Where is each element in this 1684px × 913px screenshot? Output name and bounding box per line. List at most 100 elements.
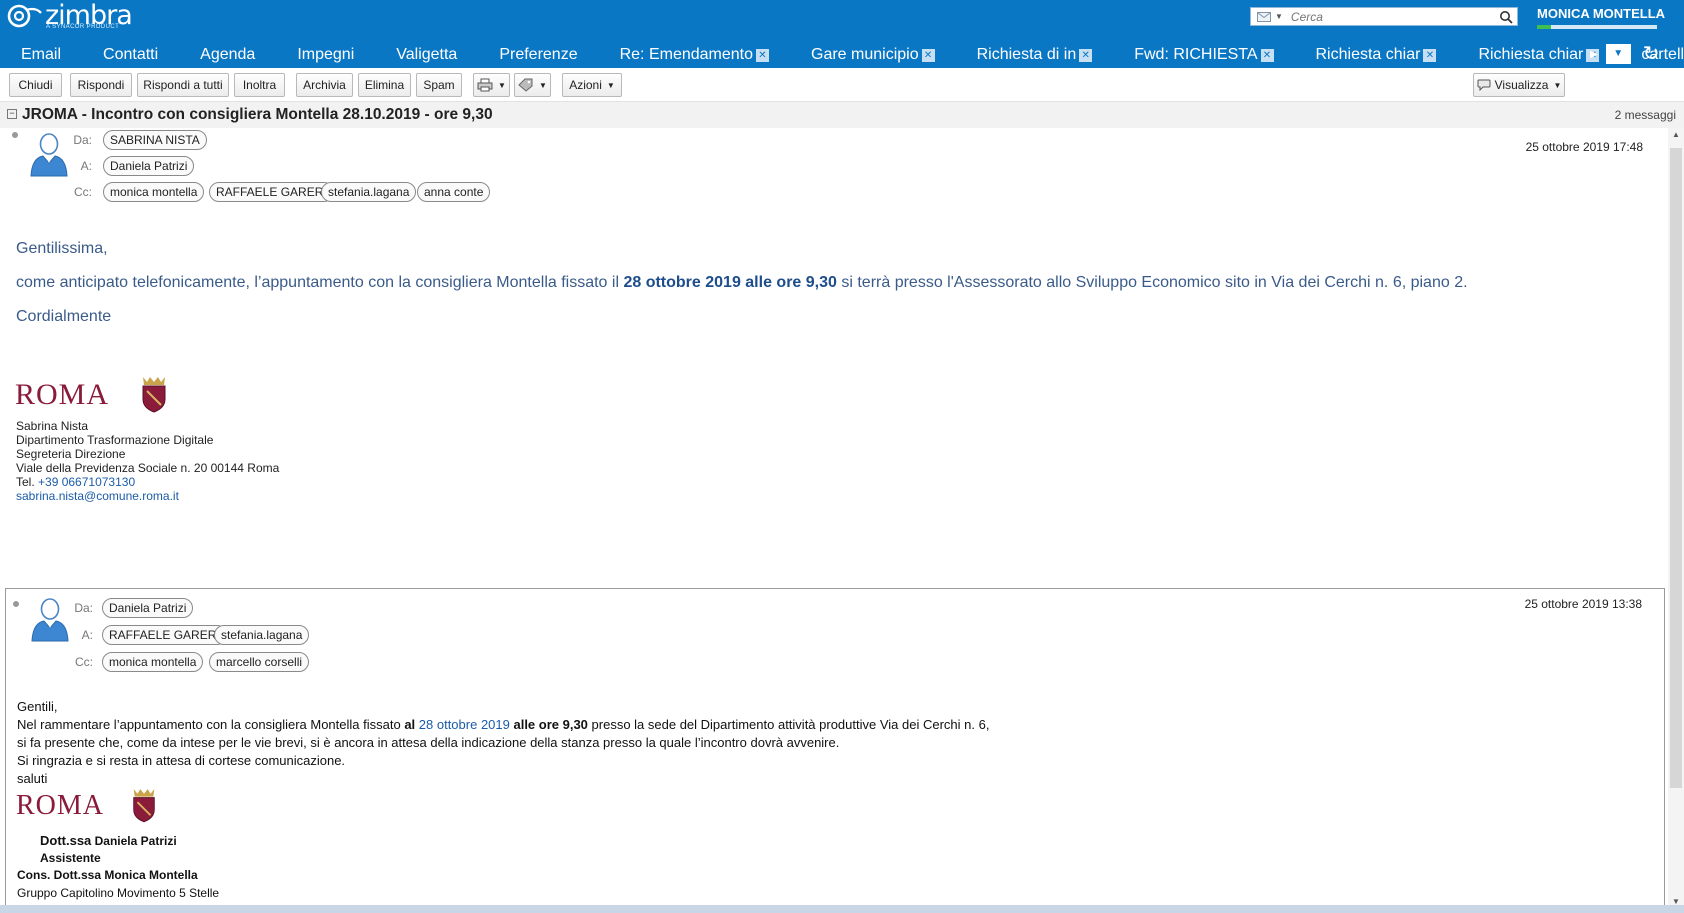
message-1: Da: A: Cc: SABRINA NISTA Daniela Patrizi…	[5, 128, 1665, 588]
tab-label: Richiesta di in	[976, 46, 1077, 63]
signature-line: Dipartimento Trasformazione Digitale	[16, 433, 214, 447]
actions-label: Azioni	[569, 78, 602, 92]
cc-label: Cc:	[75, 655, 93, 669]
roma-logo-text: ROMA	[15, 378, 110, 411]
phone-label: Tel.	[16, 475, 39, 489]
tag-button[interactable]: ▼	[514, 73, 551, 97]
cc-chip[interactable]: marcello corselli	[209, 652, 310, 672]
os-taskbar	[0, 905, 1684, 913]
sig-name: Daniela Patrizi	[91, 834, 177, 848]
close-tab-icon[interactable]: ✕	[756, 48, 769, 62]
tab-impegni[interactable]: Impegni	[276, 42, 375, 68]
tab-valigetta[interactable]: Valigetta	[375, 42, 478, 68]
close-button[interactable]: Chiudi	[9, 73, 62, 97]
tab-list-dropdown-icon[interactable]: ▼	[1605, 44, 1631, 64]
print-button[interactable]: ▼	[473, 73, 510, 97]
spam-button[interactable]: Spam	[416, 73, 462, 97]
search-icon[interactable]	[1499, 10, 1513, 24]
top-bar: zimbra A SYNACOR PRODUCT ▼ MONICA MONTEL…	[0, 0, 1684, 68]
sig-title: Dott.ssa	[40, 833, 92, 848]
tab-label: Re: Emendamento	[619, 46, 753, 63]
read-status-dot[interactable]	[12, 132, 18, 138]
search-input[interactable]	[1290, 9, 1491, 24]
tab-label: Agenda	[200, 46, 256, 63]
appointment-date-text: 28 ottobre 2019 alle ore 9,30	[623, 274, 837, 291]
tag-icon	[518, 78, 533, 92]
printer-icon	[477, 78, 493, 92]
roma-logo-text: ROMA	[16, 790, 105, 821]
quota-fill	[1537, 25, 1552, 29]
tab-re-emendamento[interactable]: Re: Emendamento ✕	[599, 42, 790, 68]
message-2: Da: A: Cc: Daniela Patrizi RAFFAELE GARE…	[5, 588, 1665, 908]
recipient-chip[interactable]: Daniela Patrizi	[103, 156, 195, 176]
signature-role: Assistente	[40, 851, 101, 865]
cc-chip[interactable]: RAFFAELE GARERI	[209, 182, 334, 202]
message-date: 25 ottobre 2019 17:48	[1525, 140, 1643, 154]
tab-label: Richiesta chiar	[1315, 46, 1421, 63]
tab-contatti[interactable]: Contatti	[82, 42, 179, 68]
body-text: come anticipato telefonicamente, l’appun…	[16, 274, 624, 291]
from-label: Da:	[74, 601, 93, 615]
to-label: A:	[80, 159, 92, 173]
roma-crest-icon	[133, 789, 155, 823]
email-link[interactable]: sabrina.nista@comune.roma.it	[16, 489, 279, 503]
cc-chip[interactable]: monica montella	[103, 182, 205, 202]
body-text: si terrà presso l'Assessorato allo Svilu…	[836, 274, 1468, 291]
cc-chip[interactable]: stefania.lagana	[321, 182, 417, 202]
tab-label: Impegni	[297, 46, 355, 63]
actions-chevron-icon: ▼	[606, 80, 615, 90]
cc-chip[interactable]: anna conte	[417, 182, 491, 202]
appointment-time-text: alle ore 9,30	[509, 717, 588, 732]
tab-preferenze[interactable]: Preferenze	[478, 42, 598, 68]
close-tab-icon[interactable]: ✕	[1079, 48, 1093, 62]
reply-all-button[interactable]: Rispondi a tutti	[137, 73, 229, 97]
speech-bubble-icon	[1477, 79, 1491, 91]
tab-label: Gare municipio	[811, 46, 919, 63]
conversation-header: − JROMA - Incontro con consigliera Monte…	[0, 102, 1684, 128]
quota-bar	[1537, 25, 1657, 29]
search-type-chevron-icon[interactable]: ▼	[1275, 12, 1283, 21]
sender-chip[interactable]: Daniela Patrizi	[102, 598, 194, 618]
scroll-thumb[interactable]	[1670, 148, 1682, 788]
delete-button[interactable]: Elimina	[358, 73, 411, 97]
collapse-toggle-icon[interactable]: −	[7, 109, 17, 119]
archive-button[interactable]: Archivia	[296, 73, 353, 97]
signature-group: Gruppo Capitolino Movimento 5 Stelle	[17, 886, 220, 900]
read-status-dot[interactable]	[13, 601, 19, 607]
recipient-chip[interactable]: stefania.lagana	[214, 625, 310, 645]
message-closing: Cordialmente	[16, 308, 112, 325]
signature-line: Sabrina Nista	[16, 419, 89, 433]
tab-richiesta-di-in[interactable]: Richiesta di in ✕	[956, 42, 1114, 68]
refresh-icon[interactable]: ↻	[1643, 44, 1660, 64]
recipient-chip[interactable]: RAFFAELE GARERI	[102, 625, 227, 645]
view-menu-button[interactable]: Visualizza ▼	[1473, 73, 1565, 97]
phone-link[interactable]: +39 06671073130	[38, 475, 135, 489]
close-tab-icon[interactable]: ✕	[921, 48, 935, 62]
conversation-scrollbar[interactable]: ▲ ▼	[1668, 128, 1684, 908]
close-tab-icon[interactable]: ✕	[1423, 48, 1437, 62]
tag-chevron-icon: ▼	[539, 80, 547, 90]
reply-button[interactable]: Rispondi	[70, 73, 132, 97]
body-line: Si ringrazia e si resta in attesa di cor…	[17, 753, 346, 768]
tab-fwd-richiesta[interactable]: Fwd: RICHIESTA ✕	[1113, 42, 1294, 68]
tab-label: Email	[21, 46, 62, 63]
tab-label: Fwd: RICHIESTA	[1134, 46, 1258, 63]
cc-chip[interactable]: monica montella	[102, 652, 204, 672]
roma-crest-icon	[142, 377, 166, 413]
message-count: 2 messaggi	[1614, 108, 1676, 122]
tab-email[interactable]: Email	[0, 42, 82, 68]
signature-name: Dott.ssa Daniela Patrizi	[40, 833, 177, 848]
conversation-title: JROMA - Incontro con consigliera Montell…	[22, 106, 493, 123]
tab-richiesta-chiar[interactable]: Richiesta chiar ✕	[1295, 42, 1458, 68]
forward-button[interactable]: Inoltra	[234, 73, 285, 97]
scroll-up-icon[interactable]: ▲	[1672, 130, 1680, 139]
tab-gare-municipio[interactable]: Gare municipio ✕	[790, 42, 956, 68]
tab-agenda[interactable]: Agenda	[179, 42, 276, 68]
user-menu[interactable]: MONICA MONTELLA	[1537, 6, 1665, 21]
mail-search-type-icon[interactable]	[1257, 11, 1271, 22]
zimbra-logo-icon	[7, 4, 42, 28]
more-tabs-arrow-icon[interactable]: ▶	[1590, 49, 1598, 60]
close-tab-icon[interactable]: ✕	[1260, 48, 1274, 62]
actions-menu-button[interactable]: Azioni ▼	[562, 73, 622, 97]
sender-chip[interactable]: SABRINA NISTA	[103, 130, 207, 150]
